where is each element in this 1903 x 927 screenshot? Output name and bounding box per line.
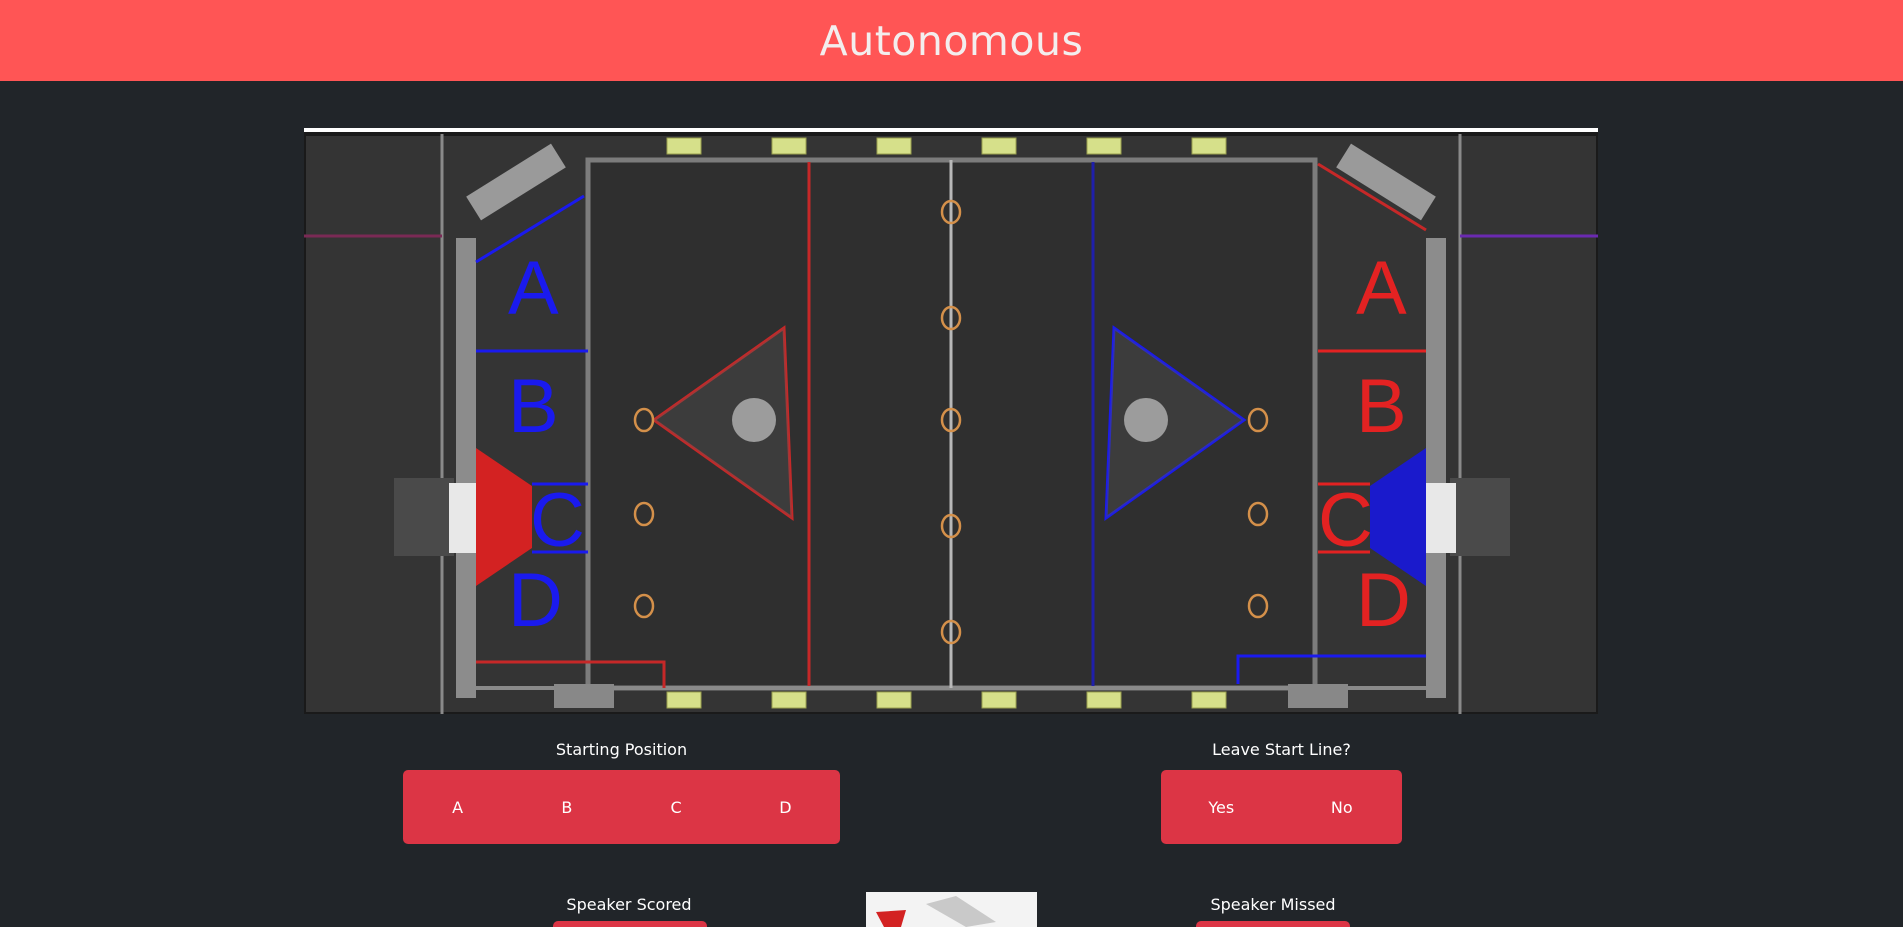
page-title: Autonomous [819,16,1084,65]
red-position-b-label: B [1356,364,1407,449]
speaker-thumbnail-image [866,892,1037,927]
speaker-scored-label: Speaker Scored [566,895,692,914]
leave-start-yes-button[interactable]: Yes [1161,770,1282,844]
field-map-image: A B C D A B C D [304,128,1598,714]
blue-position-c-label: C [530,478,585,563]
blue-position-d-label: D [508,558,563,643]
starting-position-label: Starting Position [555,740,688,759]
red-position-d-label: D [1356,558,1411,643]
leave-start-line-button-group: Yes No [1161,770,1402,844]
blue-position-b-label: B [508,364,559,449]
page-header: Autonomous [0,0,1903,81]
leave-start-no-button[interactable]: No [1282,770,1403,844]
speaker-missed-button[interactable] [1196,921,1350,927]
start-position-b-button[interactable]: B [512,770,621,844]
start-position-d-button[interactable]: D [731,770,840,844]
red-position-c-label: C [1318,478,1373,563]
start-position-c-button[interactable]: C [622,770,731,844]
leave-start-line-label: Leave Start Line? [1212,740,1351,759]
speaker-thumbnail-svg [866,892,1037,927]
field-map-svg: A B C D A B C D [304,132,1598,714]
blue-position-a-label: A [508,246,559,331]
starting-position-button-group: A B C D [403,770,840,844]
red-position-a-label: A [1356,246,1407,331]
start-position-a-button[interactable]: A [403,770,512,844]
speaker-missed-label: Speaker Missed [1210,895,1336,914]
speaker-scored-button[interactable] [553,921,707,927]
